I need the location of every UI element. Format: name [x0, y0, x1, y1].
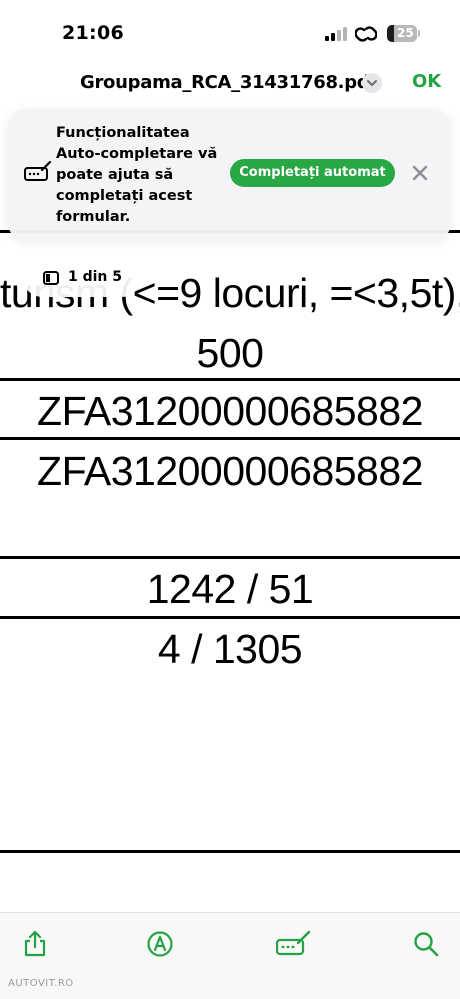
- status-bar: 21:06 25: [0, 0, 460, 62]
- table-divider: [0, 378, 460, 381]
- table-divider: [0, 437, 460, 440]
- table-cell-value: 500: [196, 330, 264, 376]
- watermark-text: AUTOVIT.RO: [8, 978, 74, 989]
- autofill-banner: Funcționalitatea Auto-completare vă poat…: [8, 109, 451, 241]
- table-divider: [0, 850, 460, 853]
- title-menu-button[interactable]: [362, 73, 382, 93]
- sidebar-icon: [43, 271, 59, 285]
- navigation-bar: Groupama_RCA_31431768.pdf OK: [0, 62, 460, 104]
- table-cell-engine: 1242 / 51: [146, 566, 314, 612]
- done-button[interactable]: OK: [412, 71, 441, 92]
- link-icon: [355, 26, 377, 42]
- close-icon[interactable]: [410, 163, 430, 183]
- table-cell-vin: ZFA31200000685882: [37, 388, 423, 434]
- page-indicator[interactable]: 1 din 5: [23, 259, 141, 297]
- signature-icon[interactable]: [276, 929, 312, 959]
- battery-level: 25: [397, 26, 414, 40]
- form-fill-icon: [24, 161, 52, 181]
- table-cell-vin: ZFA31200000685882: [37, 448, 423, 494]
- battery-icon: 25: [387, 25, 417, 42]
- page-count: 1 din 5: [68, 269, 123, 285]
- battery-tip: [418, 30, 420, 37]
- chevron-down-icon: [367, 80, 377, 86]
- share-icon[interactable]: [20, 929, 50, 959]
- document-title[interactable]: Groupama_RCA_31431768.pdf: [80, 72, 377, 93]
- table-divider: [0, 556, 460, 559]
- signal-icon: [325, 27, 347, 41]
- autofill-button[interactable]: Completați automat: [230, 159, 395, 187]
- search-icon[interactable]: [411, 929, 441, 959]
- status-time: 21:06: [62, 22, 124, 44]
- markup-icon[interactable]: [145, 929, 175, 959]
- table-divider: [0, 616, 460, 619]
- autofill-message: Funcționalitatea Auto-completare vă poat…: [56, 125, 218, 225]
- table-cell-seats-mass: 4 / 1305: [157, 626, 303, 672]
